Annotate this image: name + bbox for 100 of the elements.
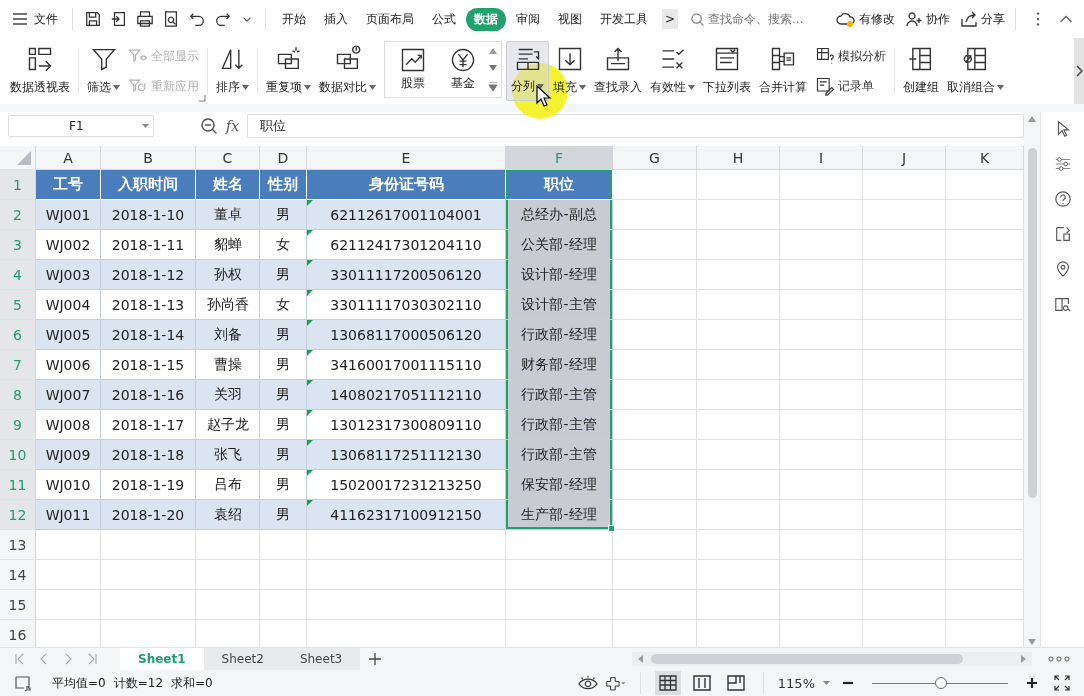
table-cell: 14080217051112110 — [307, 380, 506, 410]
zoom-icon[interactable] — [200, 117, 218, 135]
scroll-right-icon[interactable] — [1021, 655, 1027, 663]
row-header[interactable]: 13 — [0, 530, 36, 560]
column-header[interactable]: G — [613, 146, 697, 170]
fill-handle[interactable] — [608, 525, 615, 532]
caret-icon[interactable] — [823, 681, 830, 685]
ribbon-button[interactable]: 创建组 — [899, 41, 943, 101]
scroll-up-icon[interactable] — [1028, 116, 1036, 122]
column-header[interactable]: I — [780, 146, 863, 170]
scroll-left-icon[interactable] — [638, 655, 644, 663]
ribbon-button[interactable]: 数据对比 — [315, 41, 380, 101]
sliders-icon[interactable] — [1053, 155, 1072, 173]
table-cell: 生产部-经理 — [506, 500, 613, 530]
column-header[interactable]: K — [946, 146, 1024, 170]
ribbon-button[interactable]: 查找录入 — [590, 41, 646, 101]
fullscreen-icon[interactable] — [1054, 675, 1070, 691]
eye-icon[interactable] — [577, 674, 598, 692]
column-header[interactable]: J — [863, 146, 946, 170]
column-header[interactable]: E — [307, 146, 506, 170]
status-text: 计数=12 — [113, 674, 164, 692]
share-button[interactable]: 分享 — [960, 10, 1005, 28]
scroll-up-icon[interactable] — [489, 48, 497, 54]
column-header[interactable]: D — [260, 146, 307, 170]
column-header[interactable]: A — [36, 146, 101, 170]
vertical-scrollbar[interactable] — [1024, 112, 1040, 647]
ribbon-button[interactable]: 记录单 — [815, 76, 886, 96]
table-cell: 刘备 — [196, 320, 260, 350]
slider-thumb[interactable] — [935, 677, 948, 689]
menu-tab[interactable]: 开发工具 — [592, 7, 656, 31]
more-icon[interactable] — [1048, 656, 1070, 662]
empty-cell — [260, 590, 307, 620]
ribbon-button[interactable]: 有效性 — [646, 41, 699, 101]
caret-icon — [997, 85, 1004, 90]
export-icon[interactable] — [110, 10, 128, 28]
ribbon-button[interactable]: 数据透视表 — [6, 41, 74, 101]
formula-field[interactable]: 职位 — [247, 114, 1024, 138]
print-preview-icon[interactable] — [162, 10, 180, 28]
scrollbar-thumb[interactable] — [1027, 148, 1037, 498]
zoom-in-icon[interactable] — [1026, 677, 1038, 689]
ribbon-button[interactable]: 筛选 — [83, 41, 124, 101]
empty-cell — [196, 590, 260, 620]
ribbon-button[interactable]: 合并计算 — [755, 41, 811, 101]
menu-tab[interactable]: 公式 — [424, 7, 464, 31]
ribbon-button[interactable]: 基金 — [443, 42, 483, 97]
list-window-icon — [713, 45, 741, 73]
file-menu[interactable]: 文件 — [12, 10, 58, 28]
more-tabs-button[interactable]: > — [662, 9, 678, 29]
scrollbar-thumb[interactable] — [651, 654, 964, 664]
expand-gallery-icon[interactable] — [489, 82, 497, 91]
form-edit-icon — [815, 76, 835, 96]
scroll-down-icon[interactable] — [489, 65, 497, 71]
sheet-tab[interactable]: Sheet2 — [203, 648, 282, 670]
search-field[interactable]: 查找命令、搜索... — [690, 11, 820, 27]
add-sheet-icon[interactable] — [368, 652, 383, 666]
scroll-down-icon[interactable] — [1028, 639, 1036, 645]
help-icon[interactable] — [1053, 190, 1072, 208]
table-cell: WJ003 — [36, 260, 101, 290]
normal-view-icon[interactable] — [654, 671, 681, 695]
ribbon-button[interactable]: 取消组合 — [943, 41, 1008, 101]
ribbon-button[interactable]: 模拟分析 — [815, 46, 886, 66]
collaborate-button[interactable]: 协作 — [905, 10, 950, 28]
horizontal-scrollbar[interactable] — [632, 652, 1033, 666]
table-cell: 13012317300809110 — [307, 410, 506, 440]
menu-tab[interactable]: 视图 — [550, 7, 590, 31]
ribbon-button[interactable]: 排序 — [212, 41, 253, 101]
layout-icon[interactable] — [1053, 225, 1072, 243]
ribbon-button[interactable]: 分列 — [506, 41, 549, 101]
print-icon[interactable] — [136, 10, 154, 28]
chart-icon — [399, 46, 427, 74]
row-header[interactable]: 16 — [0, 620, 36, 647]
menu-tab[interactable]: 开始 — [274, 7, 314, 31]
row-header[interactable]: 14 — [0, 560, 36, 590]
macro-icon[interactable] — [14, 674, 32, 692]
menu-tab[interactable]: 页面布局 — [358, 7, 422, 31]
function-button[interactable]: fx — [226, 118, 240, 134]
column-header[interactable]: B — [101, 146, 196, 170]
menu-tab[interactable]: 插入 — [316, 7, 356, 31]
table-cell: 赵子龙 — [196, 410, 260, 440]
cloud-status-button[interactable]: 有修改 — [836, 10, 895, 28]
cross-layout-icon[interactable] — [605, 674, 626, 692]
save-icon[interactable] — [84, 10, 102, 28]
book-search-icon[interactable] — [1053, 295, 1072, 313]
ribbon-button[interactable]: 股票 — [393, 42, 433, 97]
table-cell: 男 — [260, 200, 307, 230]
table-cell: 行政部-主管 — [506, 380, 613, 410]
sheet-tab[interactable]: Sheet3 — [281, 648, 361, 670]
name-box[interactable]: F1 — [8, 115, 154, 137]
ribbon-button[interactable]: 下拉列表 — [699, 41, 755, 101]
menu-tab[interactable]: 审阅 — [508, 7, 548, 31]
row-header[interactable]: 15 — [0, 590, 36, 620]
ribbon-button[interactable]: 重复项 — [262, 41, 315, 101]
column-header[interactable]: C — [196, 146, 260, 170]
ribbon-scroll-button[interactable] — [1074, 38, 1084, 104]
zoom-level[interactable]: 115% — [777, 675, 815, 691]
table-cell: 设计部-经理 — [506, 260, 613, 290]
table-cell: 男 — [260, 410, 307, 440]
column-header[interactable]: H — [697, 146, 780, 170]
upload-box-icon — [604, 45, 632, 73]
empty-cell — [260, 560, 307, 590]
